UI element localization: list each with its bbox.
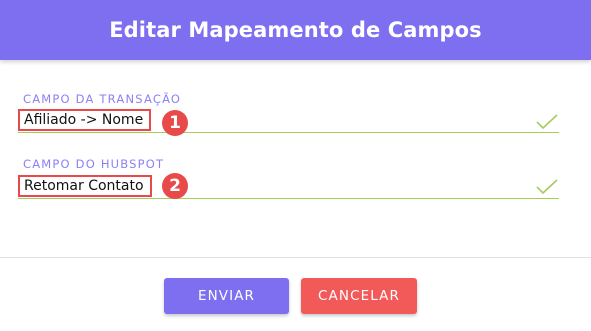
hubspot-field-label: CAMPO DO HUBSPOT — [23, 157, 165, 171]
annotation-badge-2: 2 — [162, 173, 188, 199]
dialog-title: Editar Mapeamento de Campos — [109, 18, 482, 42]
cancel-button[interactable]: CANCELAR — [301, 278, 417, 314]
transaction-field-input[interactable]: Afiliado -> Nome — [18, 109, 152, 131]
check-icon — [536, 114, 558, 130]
transaction-field-underline — [18, 132, 559, 133]
footer-divider — [0, 257, 591, 258]
hubspot-field-input[interactable]: Retomar Contato — [18, 175, 152, 197]
hubspot-field-underline — [18, 198, 559, 199]
transaction-field-label: CAMPO DA TRANSAÇÃO — [23, 92, 182, 106]
annotation-badge-1: 1 — [162, 110, 188, 136]
send-button[interactable]: ENVIAR — [164, 278, 289, 314]
dialog-header: Editar Mapeamento de Campos — [0, 0, 591, 60]
check-icon — [536, 179, 558, 195]
edit-field-mapping-dialog: Editar Mapeamento de Campos CAMPO DA TRA… — [0, 0, 591, 331]
